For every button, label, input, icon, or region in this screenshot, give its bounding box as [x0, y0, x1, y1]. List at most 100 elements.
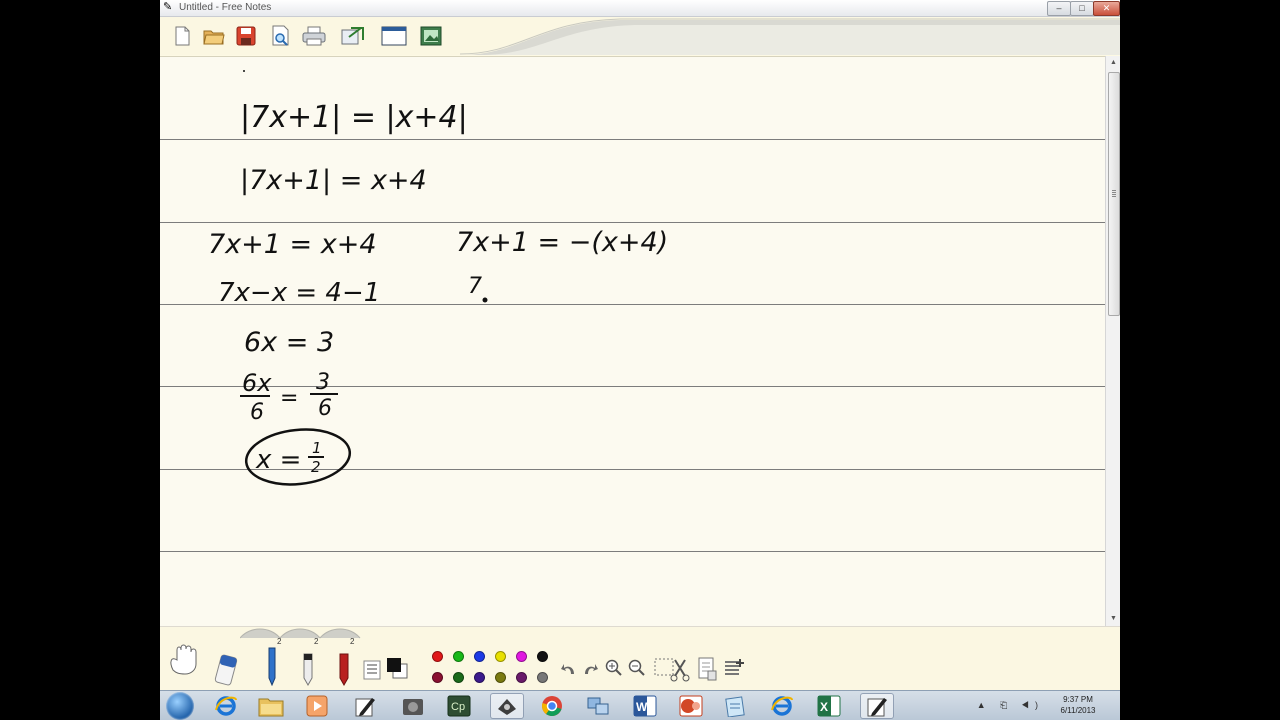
- free-notes-app-icon: ✎: [163, 1, 173, 13]
- toolbar-decoration: [460, 18, 1120, 55]
- color-swatch[interactable]: [516, 651, 527, 662]
- open-folder-icon: [203, 30, 225, 45]
- svg-text:X: X: [820, 700, 828, 714]
- note-page[interactable]: |7x+1| = |x+4| |7x+1| = x+4 7x+1 = x+4 7…: [160, 56, 1105, 627]
- handwritten-ink-layer: |7x+1| = |x+4| |7x+1| = x+4 7x+1 = x+4 7…: [208, 70, 668, 486]
- taskbar-internet-explorer[interactable]: [209, 693, 243, 719]
- clock-date: 6/11/2013: [1060, 706, 1096, 715]
- color-swatch[interactable]: [474, 672, 485, 683]
- page-button[interactable]: [696, 656, 718, 682]
- taskbar-media-player[interactable]: [300, 693, 334, 719]
- free-notes-active-icon: [867, 698, 887, 717]
- new-page-icon: [175, 26, 190, 46]
- taskbar-file-explorer[interactable]: [254, 693, 288, 719]
- print-button[interactable]: [301, 24, 327, 48]
- zoom-out-icon: [628, 659, 645, 676]
- highlighter-tool[interactable]: [332, 651, 356, 687]
- color-swatch[interactable]: [516, 672, 527, 683]
- drawing-toolbar: 2 2 2: [160, 626, 1120, 691]
- svg-text:3: 3: [316, 370, 330, 395]
- clock-time: 9:37 PM: [1063, 695, 1093, 704]
- pen-tray-decoration: [240, 628, 361, 639]
- color-box-button[interactable]: [384, 655, 410, 681]
- scroll-up-arrow[interactable]: ▲: [1106, 56, 1120, 70]
- color-swatch[interactable]: [474, 651, 485, 662]
- screen-capture-icon: [498, 699, 516, 715]
- scroll-thumb[interactable]: [1108, 72, 1120, 316]
- case1-step-1: 7x+1 = x+4: [208, 229, 377, 260]
- color-swatch[interactable]: [537, 651, 548, 662]
- windows-taskbar: Cp W X ▲ ⎗ ◀) 9:37 PM 6/11/2013: [160, 690, 1120, 720]
- internet-explorer-icon: [215, 696, 237, 716]
- scroll-down-arrow[interactable]: ▼: [1106, 612, 1120, 626]
- insert-page-button[interactable]: [722, 656, 746, 682]
- app-icon: [403, 699, 423, 715]
- case2-step-2: 7: [468, 274, 482, 299]
- taskbar-clock[interactable]: 9:37 PM 6/11/2013: [1048, 694, 1108, 716]
- excel-icon: X: [817, 695, 841, 717]
- taskbar-excel[interactable]: X: [812, 693, 846, 719]
- marker-tool[interactable]: [296, 651, 320, 687]
- system-tray[interactable]: ▲ ⎗ ◀): [977, 700, 1044, 711]
- vertical-scrollbar[interactable]: ▲ ▼: [1105, 56, 1120, 626]
- taskbar-chrome[interactable]: [535, 693, 569, 719]
- minimize-button[interactable]: ‒: [1047, 1, 1071, 16]
- insert-picture-button[interactable]: [418, 24, 444, 48]
- taskbar-powerpoint[interactable]: [674, 693, 708, 719]
- start-button[interactable]: [166, 692, 194, 720]
- hand-pan-tool[interactable]: [166, 641, 208, 677]
- highlighter-size-label: 2: [350, 637, 355, 646]
- svg-text:6: 6: [250, 400, 264, 425]
- line-style-button[interactable]: [362, 659, 382, 681]
- case2-step-1: 7x+1 = −(x+4): [456, 227, 668, 258]
- eraser-tool[interactable]: [213, 651, 243, 687]
- undo-button[interactable]: [559, 659, 579, 679]
- print-preview-button[interactable]: [267, 24, 293, 48]
- save-button[interactable]: [233, 24, 259, 48]
- taskbar-free-notes-active[interactable]: [860, 693, 894, 719]
- color-swatch[interactable]: [495, 651, 506, 662]
- new-page-button[interactable]: [169, 24, 195, 48]
- zoom-in-button[interactable]: [604, 658, 624, 678]
- pen-tool[interactable]: [260, 645, 284, 687]
- taskbar-internet-explorer-2[interactable]: [765, 693, 799, 719]
- maximize-button[interactable]: □: [1070, 1, 1094, 16]
- pen-tool-icon: [268, 647, 276, 686]
- case1-step-2: 7x−x = 4−1: [218, 278, 380, 308]
- undo-icon: [561, 664, 574, 674]
- color-swatch[interactable]: [453, 651, 464, 662]
- zoom-out-button[interactable]: [627, 658, 647, 678]
- taskbar-app[interactable]: [396, 693, 430, 719]
- file-explorer-icon: [258, 698, 284, 717]
- taskbar-word[interactable]: W: [628, 693, 662, 719]
- color-swatch[interactable]: [432, 672, 443, 683]
- taskbar-notepad[interactable]: [719, 693, 753, 719]
- color-swatch[interactable]: [495, 672, 506, 683]
- color-swatch[interactable]: [453, 672, 464, 683]
- highlighter-tool-icon: [339, 653, 349, 686]
- eraser-icon: [214, 654, 238, 686]
- svg-text:=: =: [280, 386, 298, 411]
- zoom-in-icon: [605, 659, 622, 676]
- close-button[interactable]: ✕: [1093, 1, 1120, 16]
- taskbar-network[interactable]: [581, 693, 615, 719]
- fullscreen-button[interactable]: [381, 24, 407, 48]
- title-bar: ✎ Untitled - Free Notes ‒ □ ✕: [160, 0, 1120, 17]
- taskbar-captivate[interactable]: Cp: [442, 693, 476, 719]
- taskbar-free-notes[interactable]: [348, 693, 382, 719]
- color-swatch[interactable]: [537, 672, 548, 683]
- page-icon: [698, 657, 717, 681]
- redo-button[interactable]: [580, 659, 600, 679]
- redo-icon: [585, 664, 598, 674]
- color-swatch[interactable]: [432, 651, 443, 662]
- export-button[interactable]: [340, 24, 366, 48]
- select-cut-button[interactable]: [652, 655, 692, 683]
- marker-size-label: 2: [314, 637, 319, 646]
- open-button[interactable]: [201, 24, 227, 48]
- notepad-icon: [725, 696, 745, 717]
- free-notes-window: ✎ Untitled - Free Notes ‒ □ ✕ |7x+1| = |…: [160, 0, 1120, 720]
- svg-text:6x: 6x: [242, 369, 272, 397]
- network-icon: [587, 697, 609, 715]
- taskbar-screen-capture[interactable]: [490, 693, 524, 719]
- case1-answer: x = 1 2: [244, 428, 352, 486]
